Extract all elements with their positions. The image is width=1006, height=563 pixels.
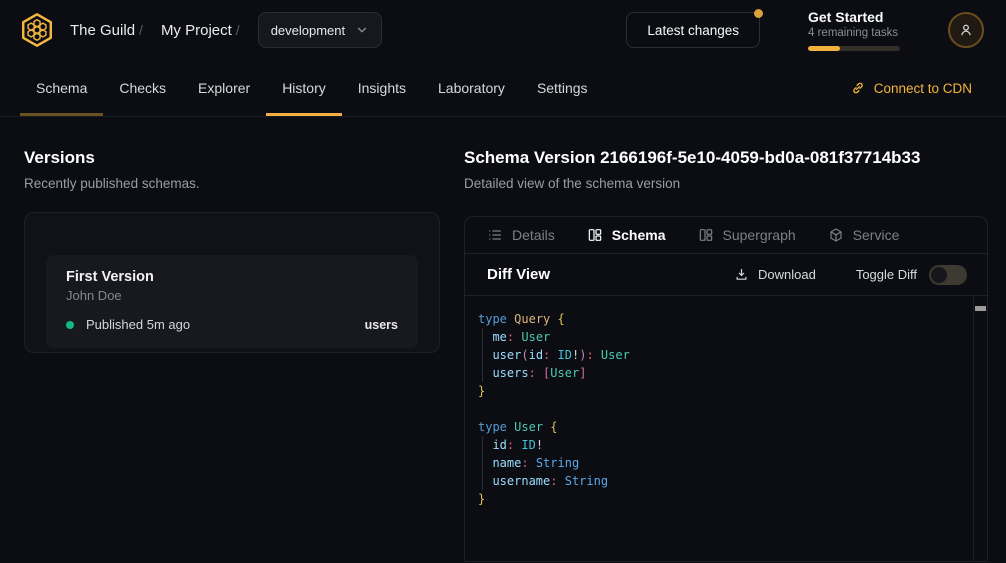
published-status-dot <box>66 321 74 329</box>
tab-details[interactable]: Details <box>487 227 555 243</box>
indent-guide <box>482 436 483 490</box>
user-icon <box>957 21 975 39</box>
tab-schema[interactable]: Schema <box>587 227 666 243</box>
cube-icon <box>828 227 844 243</box>
nav-tab-laboratory[interactable]: Laboratory <box>422 60 521 116</box>
chevron-down-icon <box>355 23 369 37</box>
download-button[interactable]: Download <box>734 267 816 282</box>
diff-view-title: Diff View <box>487 266 550 283</box>
nav-tab-explorer[interactable]: Explorer <box>182 60 266 116</box>
breadcrumb-org[interactable]: The Guild <box>70 22 135 39</box>
schema-version-title: Schema Version 2166196f-5e10-4059-bd0a-0… <box>464 148 988 168</box>
connect-to-cdn-link[interactable]: Connect to CDN <box>850 60 972 116</box>
get-started-progressbar <box>808 46 900 51</box>
connect-to-cdn-label: Connect to CDN <box>874 81 972 96</box>
nav-tab-insights[interactable]: Insights <box>342 60 422 116</box>
notification-dot <box>754 9 763 18</box>
latest-changes-button[interactable]: Latest changes <box>626 12 760 48</box>
version-list-item[interactable]: First Version John Doe Published 5m ago … <box>46 255 418 348</box>
get-started-progress-fill <box>808 46 840 51</box>
schema-detail-box: Details Schema <box>464 216 988 562</box>
scrollbar-track <box>973 296 974 561</box>
versions-panel: Versions Recently published schemas. Fir… <box>0 117 440 563</box>
target-nav: Schema Checks Explorer History Insights … <box>0 60 1006 117</box>
tab-details-label: Details <box>512 227 555 243</box>
target-selector-dropdown[interactable]: development <box>258 12 382 48</box>
schema-code-viewer[interactable]: type Query { me: User user(id: ID!): Use… <box>465 296 987 561</box>
version-author: John Doe <box>66 288 398 303</box>
link-icon <box>850 80 866 96</box>
download-icon <box>734 267 749 282</box>
main-content: Versions Recently published schemas. Fir… <box>0 117 1006 563</box>
schema-version-panel: Schema Version 2166196f-5e10-4059-bd0a-0… <box>440 117 1006 563</box>
tab-supergraph-label: Supergraph <box>723 227 796 243</box>
columns-icon <box>587 227 603 243</box>
breadcrumb-project[interactable]: My Project <box>161 22 232 39</box>
nav-tab-settings[interactable]: Settings <box>521 60 604 116</box>
toggle-diff-label: Toggle Diff <box>856 267 917 282</box>
version-status: Published 5m ago <box>86 317 190 332</box>
nav-tab-checks[interactable]: Checks <box>103 60 182 116</box>
latest-changes-label: Latest changes <box>647 23 739 38</box>
tab-service-label: Service <box>853 227 900 243</box>
versions-title: Versions <box>24 148 440 168</box>
service-badge: users <box>365 318 398 332</box>
version-name: First Version <box>66 269 398 285</box>
app-header: The Guild / My Project / development Lat… <box>0 0 1006 60</box>
graphql-schema-code: type Query { me: User user(id: ID!): Use… <box>478 310 961 508</box>
columns-icon <box>698 227 714 243</box>
target-selector-value: development <box>271 23 345 38</box>
tab-schema-label: Schema <box>612 227 666 243</box>
download-label: Download <box>758 267 816 282</box>
tab-supergraph[interactable]: Supergraph <box>698 227 796 243</box>
get-started-widget[interactable]: Get Started 4 remaining tasks <box>808 9 900 51</box>
versions-subtitle: Recently published schemas. <box>24 176 440 191</box>
toggle-diff-switch[interactable] <box>929 265 967 285</box>
toggle-knob <box>931 267 947 283</box>
get-started-title: Get Started <box>808 9 900 25</box>
breadcrumb-separator: / <box>236 22 240 38</box>
indent-guide <box>482 328 483 382</box>
nav-tab-history[interactable]: History <box>266 60 342 116</box>
breadcrumb-separator: / <box>139 22 143 38</box>
scrollbar-thumb[interactable] <box>975 306 986 311</box>
guild-hive-logo-icon[interactable] <box>18 11 56 49</box>
schema-version-subtitle: Detailed view of the schema version <box>464 176 988 191</box>
versions-list-card: First Version John Doe Published 5m ago … <box>24 212 440 353</box>
tab-service[interactable]: Service <box>828 227 900 243</box>
detail-tabbar: Details Schema <box>465 217 987 254</box>
list-icon <box>487 227 503 243</box>
user-avatar[interactable] <box>948 12 984 48</box>
get-started-subtitle: 4 remaining tasks <box>808 27 900 39</box>
diff-toolbar: Diff View Download Toggle Diff <box>465 254 987 296</box>
nav-tab-schema[interactable]: Schema <box>20 60 103 116</box>
